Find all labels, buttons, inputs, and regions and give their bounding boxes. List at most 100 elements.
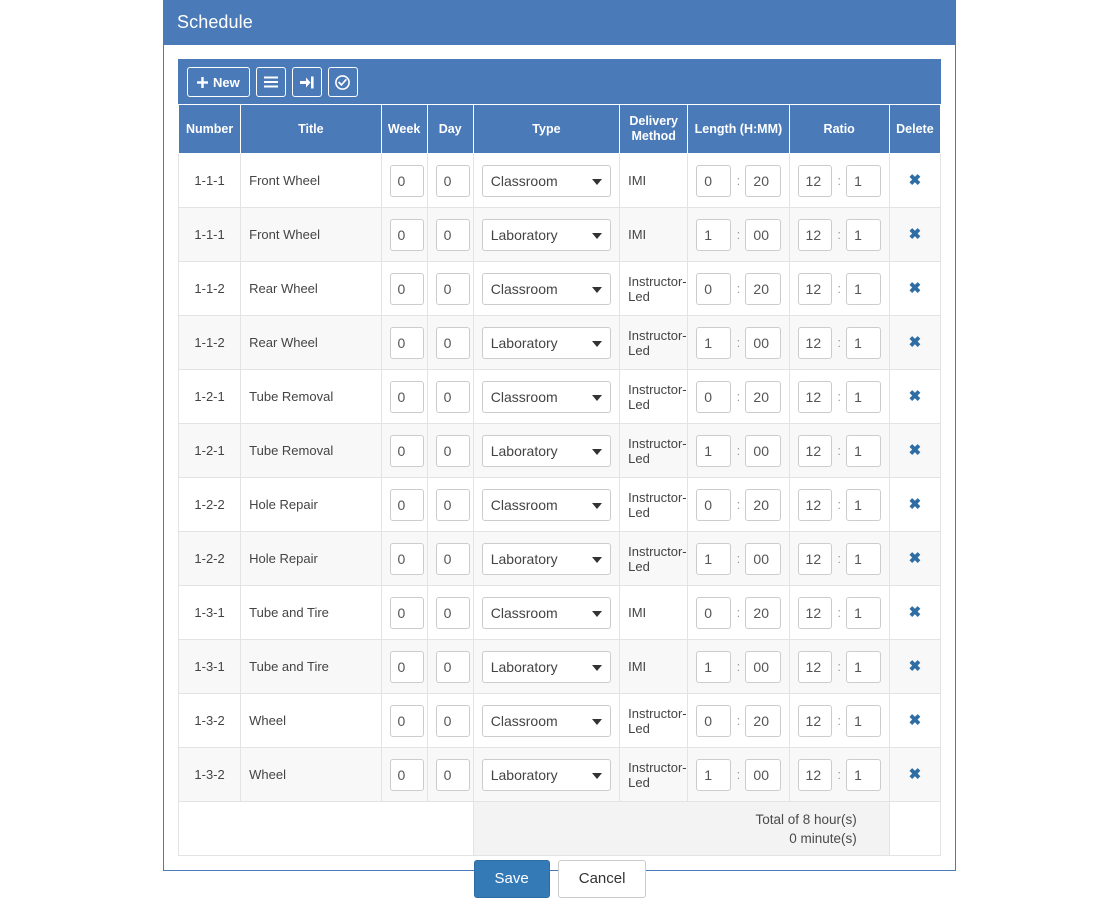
day-input[interactable]: 0 xyxy=(435,542,470,575)
length-hours-input[interactable]: 0 xyxy=(696,272,732,305)
length-minutes-input[interactable]: 20 xyxy=(745,704,781,737)
length-minutes-input[interactable]: 00 xyxy=(745,542,781,575)
delete-row-icon[interactable]: ✖ xyxy=(909,281,922,296)
day-input[interactable]: 0 xyxy=(435,650,470,683)
day-input[interactable]: 0 xyxy=(435,164,470,197)
length-hours-input[interactable]: 1 xyxy=(696,434,732,467)
delete-row-icon[interactable]: ✖ xyxy=(909,605,922,620)
ratio-instructors-input[interactable]: 1 xyxy=(846,164,881,197)
ratio-students-input[interactable]: 12 xyxy=(797,704,833,737)
length-minutes-input[interactable]: 00 xyxy=(745,758,781,791)
ratio-students-input[interactable]: 12 xyxy=(797,164,833,197)
ratio-students-input[interactable]: 12 xyxy=(797,650,833,683)
week-input[interactable]: 0 xyxy=(389,380,424,413)
length-minutes-input[interactable]: 20 xyxy=(745,272,781,305)
week-input[interactable]: 0 xyxy=(389,596,424,629)
type-select[interactable]: Laboratory xyxy=(481,650,612,683)
delete-row-icon[interactable]: ✖ xyxy=(909,659,922,674)
delete-row-icon[interactable]: ✖ xyxy=(909,443,922,458)
delete-row-icon[interactable]: ✖ xyxy=(909,767,922,782)
type-select[interactable]: Laboratory xyxy=(481,758,612,791)
type-select[interactable]: Classroom xyxy=(481,380,612,413)
delete-row-icon[interactable]: ✖ xyxy=(909,551,922,566)
length-minutes-input[interactable]: 20 xyxy=(745,380,781,413)
ratio-students-input[interactable]: 12 xyxy=(797,488,833,521)
length-minutes-input[interactable]: 20 xyxy=(745,596,781,629)
ratio-instructors-input[interactable]: 1 xyxy=(846,596,881,629)
week-input[interactable]: 0 xyxy=(389,488,424,521)
delete-row-icon[interactable]: ✖ xyxy=(909,173,922,188)
ratio-students-input[interactable]: 12 xyxy=(797,380,833,413)
type-select[interactable]: Laboratory xyxy=(481,434,612,467)
ratio-instructors-input[interactable]: 1 xyxy=(846,488,881,521)
length-minutes-input[interactable]: 00 xyxy=(745,650,781,683)
length-hours-input[interactable]: 1 xyxy=(696,650,732,683)
approve-button[interactable] xyxy=(327,67,358,97)
ratio-students-input[interactable]: 12 xyxy=(797,326,833,359)
type-select[interactable]: Classroom xyxy=(481,596,612,629)
ratio-instructors-input[interactable]: 1 xyxy=(846,434,881,467)
length-hours-input[interactable]: 0 xyxy=(696,488,732,521)
week-input[interactable]: 0 xyxy=(389,326,424,359)
delete-row-icon[interactable]: ✖ xyxy=(909,497,922,512)
save-button[interactable]: Save xyxy=(473,860,550,898)
delete-row-icon[interactable]: ✖ xyxy=(909,335,922,350)
length-minutes-input[interactable]: 00 xyxy=(745,218,781,251)
length-hours-input[interactable]: 0 xyxy=(696,164,732,197)
week-input[interactable]: 0 xyxy=(389,218,424,251)
day-input[interactable]: 0 xyxy=(435,758,470,791)
week-input[interactable]: 0 xyxy=(389,650,424,683)
cancel-button[interactable]: Cancel xyxy=(557,860,647,898)
length-hours-input[interactable]: 1 xyxy=(696,542,732,575)
ratio-instructors-input[interactable]: 1 xyxy=(846,650,881,683)
delete-row-icon[interactable]: ✖ xyxy=(909,389,922,404)
list-button[interactable] xyxy=(255,67,286,97)
import-button[interactable] xyxy=(291,67,322,97)
week-input[interactable]: 0 xyxy=(389,272,424,305)
type-select[interactable]: Classroom xyxy=(481,272,612,305)
week-input[interactable]: 0 xyxy=(389,164,424,197)
ratio-instructors-input[interactable]: 1 xyxy=(846,542,881,575)
length-hours-input[interactable]: 1 xyxy=(696,326,732,359)
week-input[interactable]: 0 xyxy=(389,704,424,737)
week-input[interactable]: 0 xyxy=(389,542,424,575)
day-input[interactable]: 0 xyxy=(435,380,470,413)
new-button[interactable]: New xyxy=(187,67,250,97)
ratio-instructors-input[interactable]: 1 xyxy=(846,380,881,413)
type-select[interactable]: Classroom xyxy=(481,704,612,737)
day-input[interactable]: 0 xyxy=(435,272,470,305)
ratio-instructors-input[interactable]: 1 xyxy=(846,218,881,251)
ratio-students-input[interactable]: 12 xyxy=(797,218,833,251)
day-input[interactable]: 0 xyxy=(435,488,470,521)
length-minutes-input[interactable]: 00 xyxy=(745,326,781,359)
ratio-instructors-input[interactable]: 1 xyxy=(846,272,881,305)
week-input[interactable]: 0 xyxy=(389,434,424,467)
day-input[interactable]: 0 xyxy=(435,434,470,467)
week-input[interactable]: 0 xyxy=(389,758,424,791)
length-hours-input[interactable]: 0 xyxy=(696,596,732,629)
day-input[interactable]: 0 xyxy=(435,704,470,737)
length-hours-input[interactable]: 1 xyxy=(696,218,732,251)
ratio-instructors-input[interactable]: 1 xyxy=(846,704,881,737)
type-select[interactable]: Classroom xyxy=(481,164,612,197)
day-input[interactable]: 0 xyxy=(435,218,470,251)
length-hours-input[interactable]: 1 xyxy=(696,758,732,791)
ratio-students-input[interactable]: 12 xyxy=(797,542,833,575)
length-hours-input[interactable]: 0 xyxy=(696,704,732,737)
length-minutes-input[interactable]: 20 xyxy=(745,164,781,197)
ratio-students-input[interactable]: 12 xyxy=(797,434,833,467)
length-minutes-input[interactable]: 20 xyxy=(745,488,781,521)
type-select[interactable]: Laboratory xyxy=(481,326,612,359)
length-hours-input[interactable]: 0 xyxy=(696,380,732,413)
type-select[interactable]: Classroom xyxy=(481,488,612,521)
ratio-instructors-input[interactable]: 1 xyxy=(846,758,881,791)
delete-row-icon[interactable]: ✖ xyxy=(909,227,922,242)
type-select[interactable]: Laboratory xyxy=(481,218,612,251)
ratio-students-input[interactable]: 12 xyxy=(797,758,833,791)
type-select[interactable]: Laboratory xyxy=(481,542,612,575)
delete-row-icon[interactable]: ✖ xyxy=(909,713,922,728)
ratio-students-input[interactable]: 12 xyxy=(797,596,833,629)
ratio-instructors-input[interactable]: 1 xyxy=(846,326,881,359)
day-input[interactable]: 0 xyxy=(435,326,470,359)
ratio-students-input[interactable]: 12 xyxy=(797,272,833,305)
